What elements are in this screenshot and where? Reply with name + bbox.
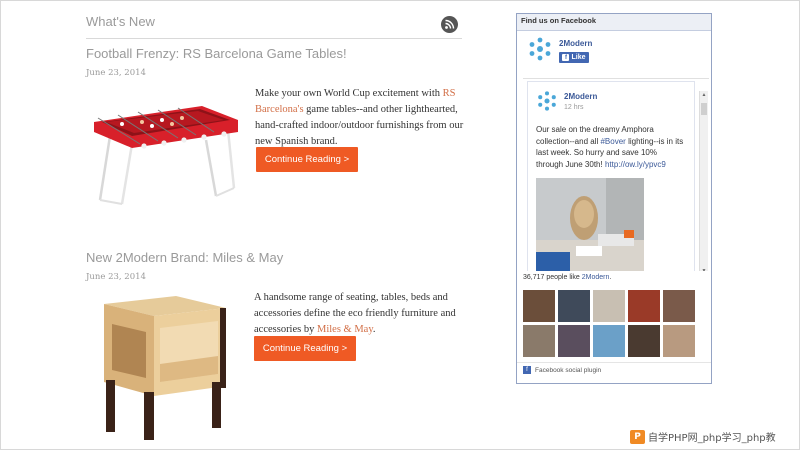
watermark: P 自学PHP网_php学习_php教 <box>630 428 776 445</box>
brand-logo-icon[interactable] <box>536 90 558 112</box>
section-title: What's New <box>86 14 155 29</box>
facebook-stream[interactable]: 2Modern 12 hrs Our sale on the dreamy Am… <box>523 78 709 271</box>
fan-avatar[interactable] <box>663 290 695 322</box>
fan-avatar[interactable] <box>523 325 555 357</box>
facebook-page-name[interactable]: 2Modern <box>559 39 592 48</box>
watermark-text: 自学PHP网_php学习_php教 <box>648 433 776 444</box>
post-author[interactable]: 2Modern <box>564 92 597 101</box>
post-excerpt-text: Make your own World Cup excitement with <box>255 88 443 99</box>
post-date: June 23, 2014 <box>86 68 146 78</box>
post-photo[interactable] <box>536 178 644 271</box>
fan-avatar[interactable] <box>558 325 590 357</box>
whats-new-header: What's New <box>86 10 462 39</box>
facebook-footer-text[interactable]: Facebook social plugin <box>535 367 601 374</box>
fan-avatar[interactable] <box>593 325 625 357</box>
like-label: Like <box>571 54 586 61</box>
facebook-scrollbar[interactable]: ▲ ▼ <box>699 91 708 271</box>
facebook-f-icon: f <box>562 54 570 61</box>
footer-divider <box>517 362 711 363</box>
watermark-logo-icon: P <box>630 429 645 444</box>
continue-reading-button[interactable]: Continue Reading > <box>256 147 358 172</box>
post-title-link[interactable]: Football Frenzy: RS Barcelona Game Table… <box>86 46 347 61</box>
wooden-side-table-image[interactable] <box>100 294 230 444</box>
facebook-post: 2Modern 12 hrs Our sale on the dreamy Am… <box>527 81 695 271</box>
facebook-like-box: Find us on Facebook 2Modern f Like 2Mode… <box>516 13 712 384</box>
post-url-link[interactable]: http://ow.ly/ypvc9 <box>605 160 666 169</box>
post-time[interactable]: 12 hrs <box>564 104 583 111</box>
scroll-up-icon[interactable]: ▲ <box>701 92 707 98</box>
brand-link[interactable]: Miles & May <box>317 324 373 335</box>
facebook-header: Find us on Facebook <box>517 14 711 31</box>
foosball-table-image[interactable] <box>92 100 240 208</box>
likes-count-end: . <box>609 274 612 281</box>
hashtag-link[interactable]: #Bover <box>600 137 625 146</box>
continue-reading-button[interactable]: Continue Reading > <box>254 336 356 361</box>
likes-page-link[interactable]: 2Modern <box>582 274 610 281</box>
facebook-like-button[interactable]: f Like <box>559 52 589 63</box>
brand-logo-icon[interactable] <box>527 36 553 62</box>
post-body: Our sale on the dreamy Amphora collectio… <box>536 124 686 170</box>
post-excerpt: A handsome range of seating, tables, bed… <box>254 290 464 338</box>
fan-avatar[interactable] <box>523 290 555 322</box>
scroll-down-icon[interactable]: ▼ <box>701 268 707 271</box>
likes-count: 36,717 people like 2Modern. <box>523 274 611 281</box>
likes-count-text: 36,717 people like <box>523 274 582 281</box>
facebook-footer: f Facebook social plugin <box>523 366 601 374</box>
fan-avatar[interactable] <box>593 290 625 322</box>
fan-avatar[interactable] <box>558 290 590 322</box>
fan-avatar[interactable] <box>628 325 660 357</box>
scroll-thumb[interactable] <box>701 103 707 115</box>
fan-avatar[interactable] <box>663 325 695 357</box>
fan-avatar[interactable] <box>628 290 660 322</box>
post-title-link[interactable]: New 2Modern Brand: Miles & May <box>86 250 283 265</box>
facebook-f-icon: f <box>523 366 531 374</box>
post-excerpt: Make your own World Cup excitement with … <box>255 86 465 150</box>
rss-icon[interactable] <box>441 16 458 33</box>
post-date: June 23, 2014 <box>86 272 146 282</box>
post-excerpt-text: . <box>372 324 376 335</box>
